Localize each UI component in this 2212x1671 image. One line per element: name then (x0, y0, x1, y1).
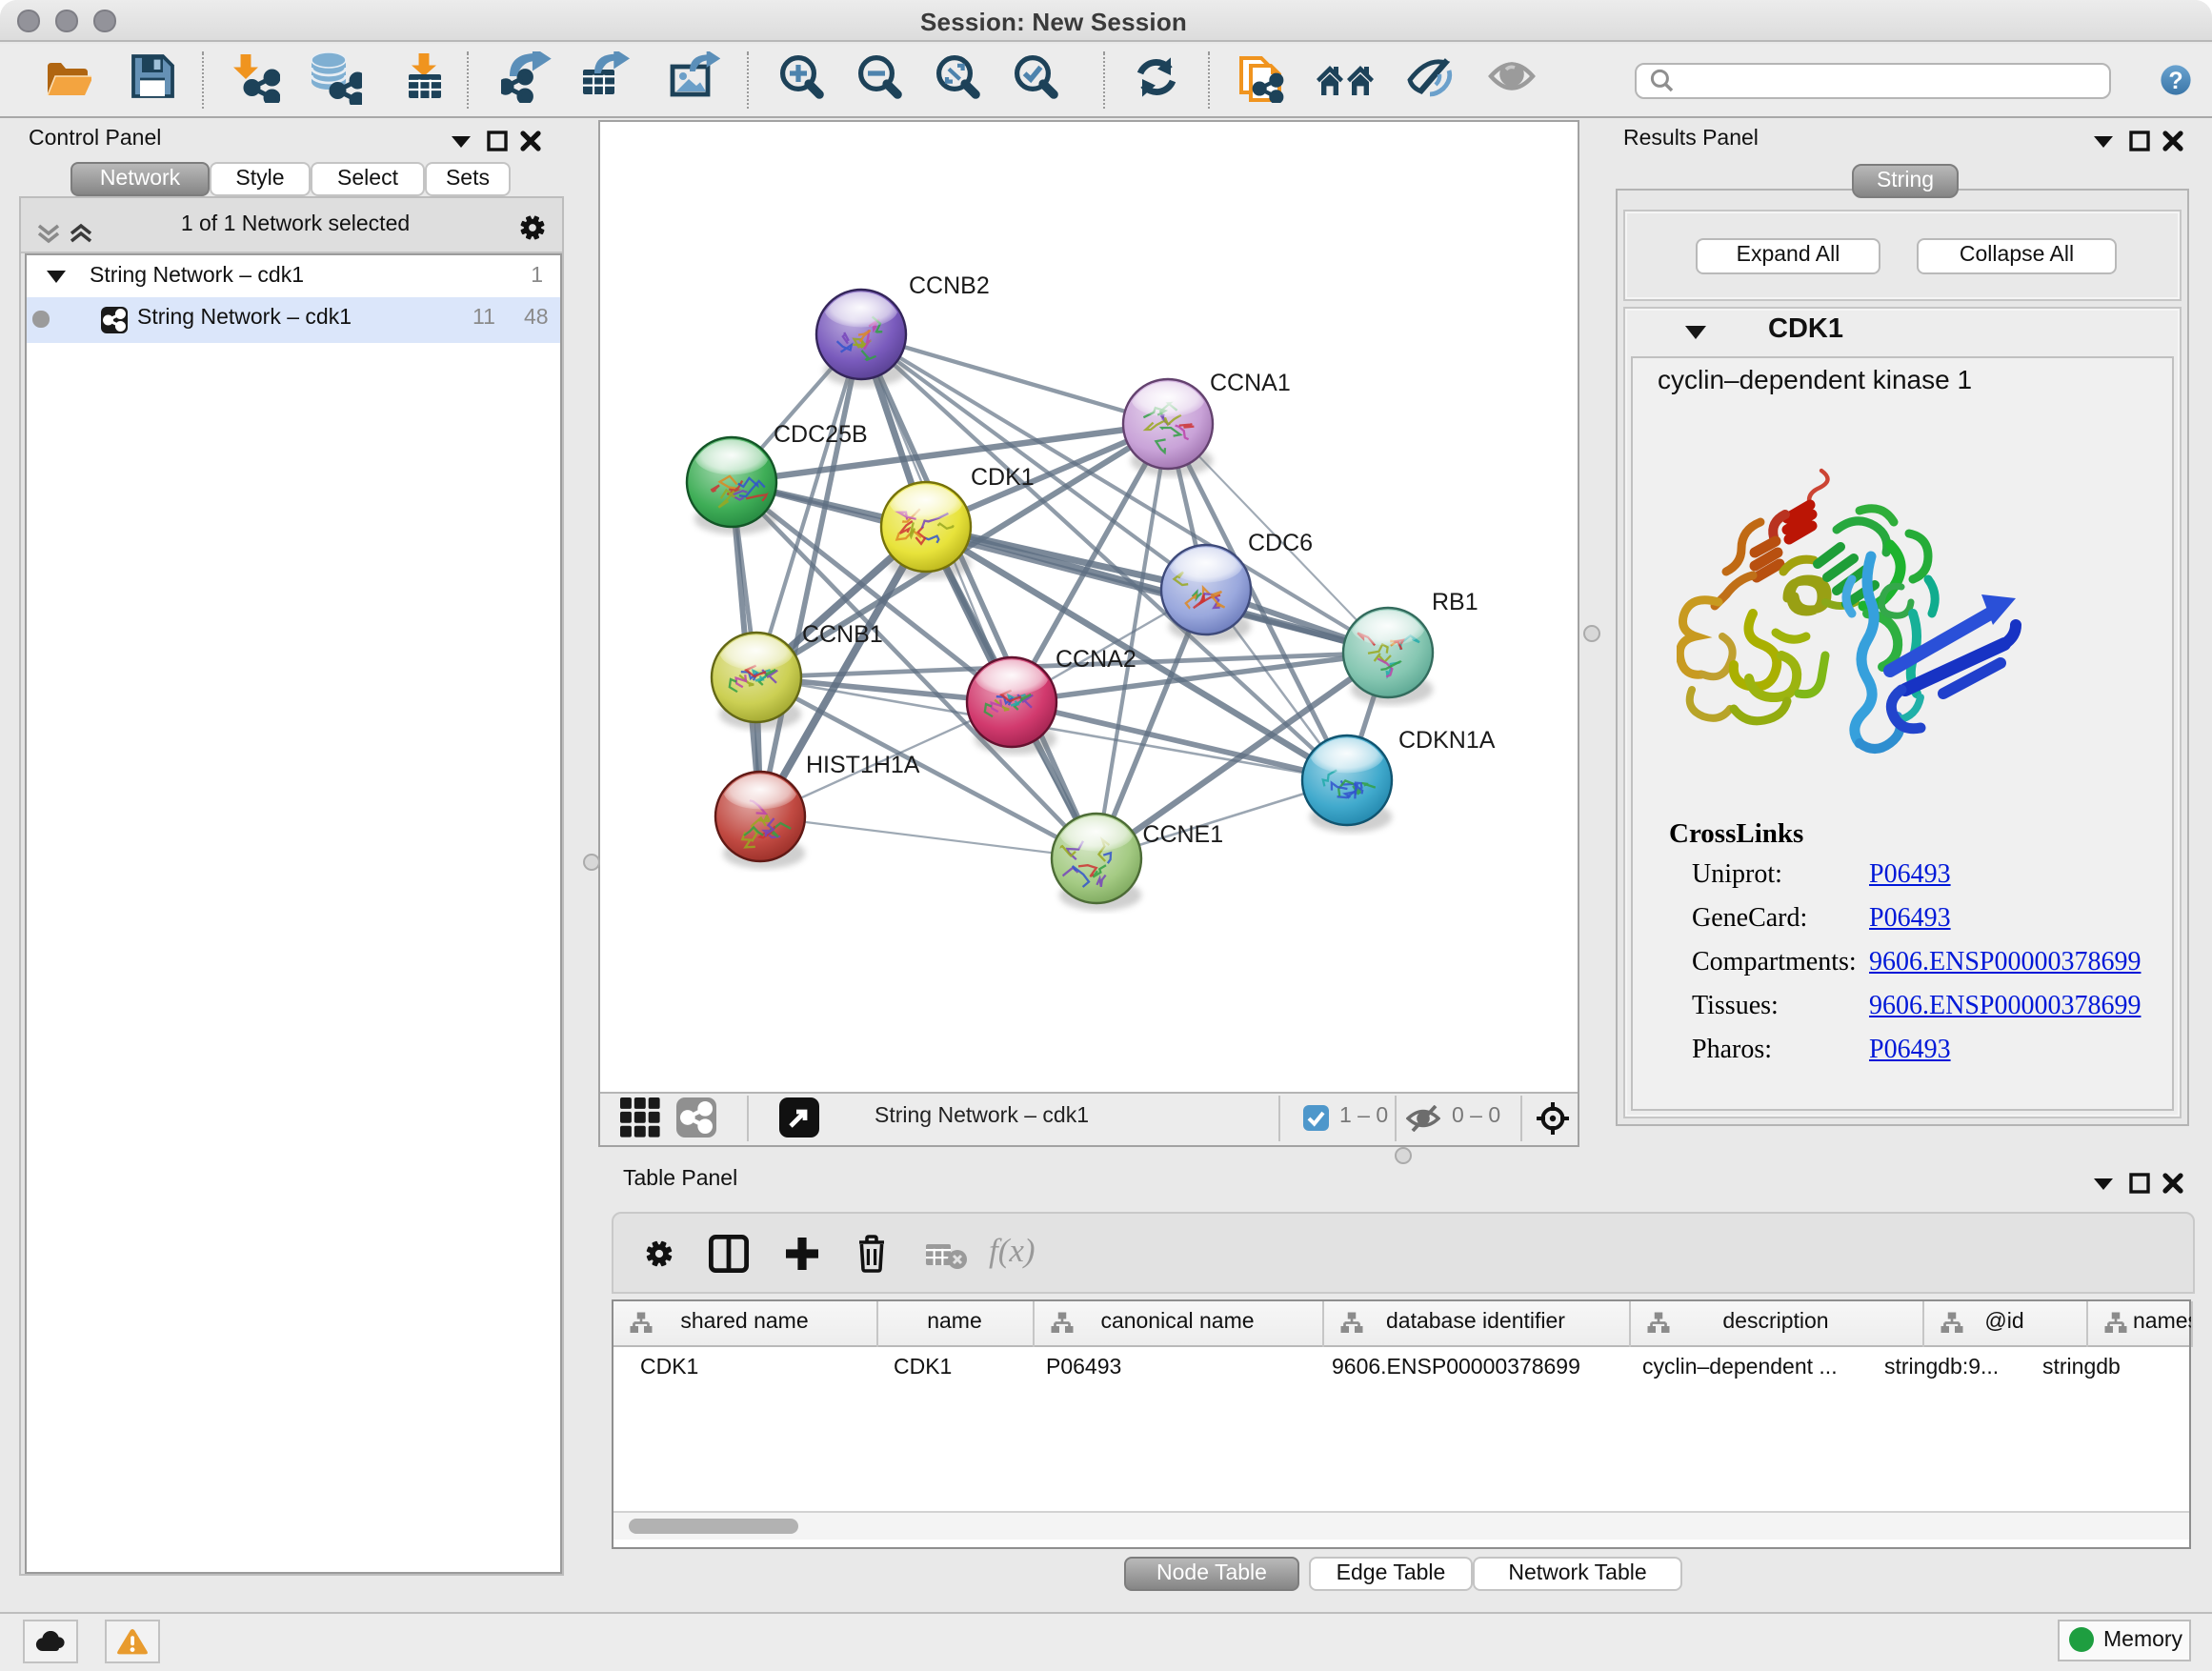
svg-text:CDC6: CDC6 (1247, 530, 1312, 556)
svg-text:CCNE1: CCNE1 (1141, 821, 1222, 848)
svg-text:RB1: RB1 (1431, 589, 1478, 615)
svg-text:CDKN1A: CDKN1A (1398, 727, 1495, 754)
svg-text:CCNB1: CCNB1 (801, 621, 882, 648)
svg-text:CCNB2: CCNB2 (908, 272, 989, 299)
svg-text:CDK1: CDK1 (970, 464, 1034, 491)
svg-text:CDC25B: CDC25B (773, 421, 867, 448)
svg-text:HIST1H1A: HIST1H1A (805, 752, 919, 778)
svg-text:?: ? (2167, 68, 2182, 94)
svg-text:CCNA1: CCNA1 (1209, 370, 1290, 396)
svg-text:CCNA2: CCNA2 (1055, 646, 1136, 673)
